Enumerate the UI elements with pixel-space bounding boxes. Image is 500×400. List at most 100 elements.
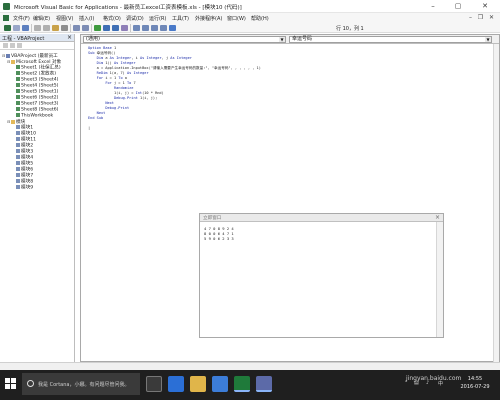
chevron-down-icon[interactable]: ▼ — [279, 37, 285, 42]
immediate-output-line: 5 9 0 6 2 3 3 — [204, 236, 234, 241]
child-restore-button[interactable]: ❐ — [476, 14, 485, 22]
menu-help[interactable]: 帮助(H) — [251, 15, 269, 22]
menu-window[interactable]: 窗口(W) — [227, 15, 246, 22]
menu-tools[interactable]: 工具(T) — [172, 15, 189, 22]
close-button[interactable]: ✕ — [474, 0, 496, 13]
project-explorer-tools — [0, 42, 74, 50]
tree-item-label: 模块8 — [21, 179, 34, 185]
watermark: jingyan.baidu.com — [406, 375, 462, 382]
child-close-button[interactable]: ✕ — [487, 14, 496, 22]
tree-item-label: 模块1 — [21, 125, 34, 131]
menu-bar: 文件(F) 编辑(E) 视图(V) 插入(I) 格式(O) 调试(D) 运行(R… — [0, 13, 500, 23]
immediate-window-header: 立即窗口 × — [200, 214, 443, 222]
project-explorer: 工程 - VBAProject × ⊟ VBAProject (最新员工 ⊟ Micr… — [0, 34, 75, 362]
folder-icon — [11, 59, 15, 64]
project-explorer-icon[interactable] — [133, 25, 140, 31]
sheet-icon — [16, 65, 20, 69]
toggle-folders-icon[interactable] — [17, 43, 22, 48]
code-scrollbar[interactable] — [493, 44, 499, 362]
minimize-button[interactable]: – — [422, 0, 444, 13]
tree-item-label: 模块11 — [21, 137, 37, 143]
menu-view[interactable]: 视图(V) — [56, 15, 73, 22]
excel-taskbar-icon[interactable] — [234, 376, 250, 392]
start-button[interactable] — [5, 378, 17, 390]
tree-item-label: Sheet8 (Sheet6) — [21, 107, 59, 113]
cortana-icon — [27, 380, 34, 387]
find-icon[interactable] — [61, 25, 68, 31]
sheet-icon — [16, 107, 20, 111]
object-browser-icon[interactable] — [151, 25, 158, 31]
object-dropdown-value: (通用) — [86, 36, 100, 42]
child-minimize-button[interactable]: – — [466, 14, 475, 22]
module-icon — [16, 131, 20, 135]
immediate-output[interactable]: 4 7 0 8 9 2 48 0 0 6 4 7 15 9 0 6 2 3 3 — [200, 222, 435, 337]
menu-edit[interactable]: 编辑(E) — [33, 15, 50, 22]
title-bar: Microsoft Visual Basic for Applications … — [0, 0, 500, 13]
module-icon — [16, 137, 20, 141]
immediate-window[interactable]: 立即窗口 × 4 7 0 8 9 2 48 0 0 6 4 7 15 9 0 6… — [199, 213, 444, 338]
tree-item-label: Sheet2 (发放表) — [21, 71, 57, 77]
maximize-button[interactable]: ▢ — [447, 0, 469, 13]
vba-taskbar-icon[interactable] — [256, 376, 272, 392]
folder-icon — [11, 119, 15, 124]
tree-item[interactable]: 模块9 — [12, 185, 33, 191]
sheet-icon — [16, 83, 20, 87]
save-icon[interactable] — [22, 25, 29, 31]
tree-item-label: Sheet4 (Sheet5) — [21, 83, 59, 89]
view-code-icon[interactable] — [3, 43, 8, 48]
module-icon — [16, 143, 20, 147]
redo-icon[interactable] — [82, 25, 89, 31]
code-combos: (通用) ▼ 幸运号码 ▼ — [81, 35, 499, 44]
immediate-scrollbar[interactable] — [436, 222, 443, 337]
view-excel-icon[interactable] — [4, 25, 11, 31]
menu-file[interactable]: 文件(F) — [13, 15, 30, 22]
undo-icon[interactable] — [73, 25, 80, 31]
task-view-icon[interactable] — [146, 376, 162, 392]
properties-window-icon[interactable] — [142, 25, 149, 31]
procedure-dropdown[interactable]: 幸运号码 ▼ — [289, 36, 492, 43]
vba-app-icon — [3, 3, 10, 10]
clock-date: 2016-07-29 — [460, 384, 490, 390]
sheet-icon — [16, 95, 20, 99]
tree-item-label: 模块2 — [21, 143, 34, 149]
module-icon — [16, 173, 20, 177]
object-dropdown[interactable]: (通用) ▼ — [83, 36, 286, 43]
system-menu-icon[interactable] — [3, 15, 9, 21]
toolbox-icon[interactable] — [160, 25, 167, 31]
help-icon[interactable] — [169, 25, 176, 31]
menu-format[interactable]: 格式(O) — [103, 15, 121, 22]
window-title: Microsoft Visual Basic for Applications … — [14, 5, 242, 11]
copy-icon[interactable] — [43, 25, 50, 31]
reset-icon[interactable] — [112, 25, 119, 31]
paste-icon[interactable] — [52, 25, 59, 31]
windows-logo-icon — [5, 384, 10, 389]
close-icon[interactable]: × — [67, 34, 72, 41]
view-object-icon[interactable] — [10, 43, 15, 48]
menu-insert[interactable]: 插入(I) — [79, 15, 94, 22]
status-bar — [0, 362, 500, 370]
insert-module-icon[interactable] — [13, 25, 20, 31]
cursor-position: 行 10，列 1 — [336, 26, 364, 32]
run-icon[interactable] — [94, 25, 101, 31]
tree-item-label: 模块7 — [21, 173, 34, 179]
module-icon — [16, 155, 20, 159]
file-explorer-icon[interactable] — [190, 376, 206, 392]
module-icon — [16, 125, 20, 129]
chevron-down-icon[interactable]: ▼ — [485, 37, 491, 42]
code-line[interactable]: End Sub — [88, 116, 103, 121]
cortana-search-box[interactable]: 我是 Cortana，小娜。有问题尽管问我。 — [22, 373, 140, 395]
project-explorer-title: 工程 - VBAProject — [2, 36, 45, 42]
tree-item-label: Sheet7 (Sheet3) — [21, 101, 59, 107]
design-mode-icon[interactable] — [121, 25, 128, 31]
tree-item-label: 模块4 — [21, 155, 34, 161]
close-icon[interactable]: × — [435, 214, 440, 221]
code-line[interactable]: | — [88, 126, 90, 131]
menu-addins[interactable]: 外接程序(A) — [195, 15, 222, 22]
break-icon[interactable] — [103, 25, 110, 31]
menu-debug[interactable]: 调试(D) — [126, 15, 144, 22]
edge-browser-icon[interactable] — [168, 376, 184, 392]
tree-item-label: 模块3 — [21, 149, 34, 155]
cut-icon[interactable] — [34, 25, 41, 31]
menu-run[interactable]: 运行(R) — [149, 15, 166, 22]
store-icon[interactable] — [212, 376, 228, 392]
